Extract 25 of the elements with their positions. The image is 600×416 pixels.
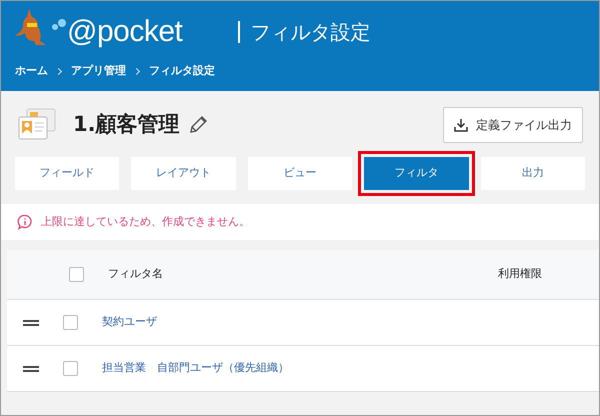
row-checkbox[interactable]: [63, 315, 78, 330]
filter-name-link[interactable]: 担当営業 自部門ユーザ（優先組織）: [102, 360, 289, 377]
edit-pencil-icon[interactable]: [188, 115, 208, 135]
tab[interactable]: フィルタ: [364, 157, 469, 190]
tab[interactable]: フィールド: [15, 157, 120, 190]
download-icon: [454, 118, 468, 132]
select-all-checkbox[interactable]: [69, 267, 84, 282]
drag-handle-icon[interactable]: [23, 320, 39, 326]
limit-warning-message: 上限に達しているため、作成できません。: [41, 214, 250, 230]
export-definition-button[interactable]: 定義ファイル出力: [443, 107, 583, 143]
logo-text: @pocket: [67, 17, 182, 47]
bubble-icon: [51, 17, 67, 31]
tab[interactable]: 出力: [480, 157, 586, 190]
column-header: フィルタ名: [108, 266, 164, 282]
info-icon: [17, 214, 33, 230]
filter-name-link[interactable]: 契約ユーザ: [102, 314, 157, 331]
breadcrumb-link[interactable]: ホーム: [15, 63, 48, 80]
row-checkbox[interactable]: [63, 361, 78, 376]
tab[interactable]: レイアウト: [131, 157, 236, 190]
tab[interactable]: ビュー: [248, 157, 352, 190]
page-title: フィルタ設定: [238, 21, 370, 43]
drag-handle-icon[interactable]: [23, 366, 39, 372]
column-header: 利用権限: [498, 266, 542, 282]
breadcrumb-link[interactable]: アプリ管理: [71, 63, 126, 80]
app-title: 1.顧客管理: [73, 111, 180, 138]
